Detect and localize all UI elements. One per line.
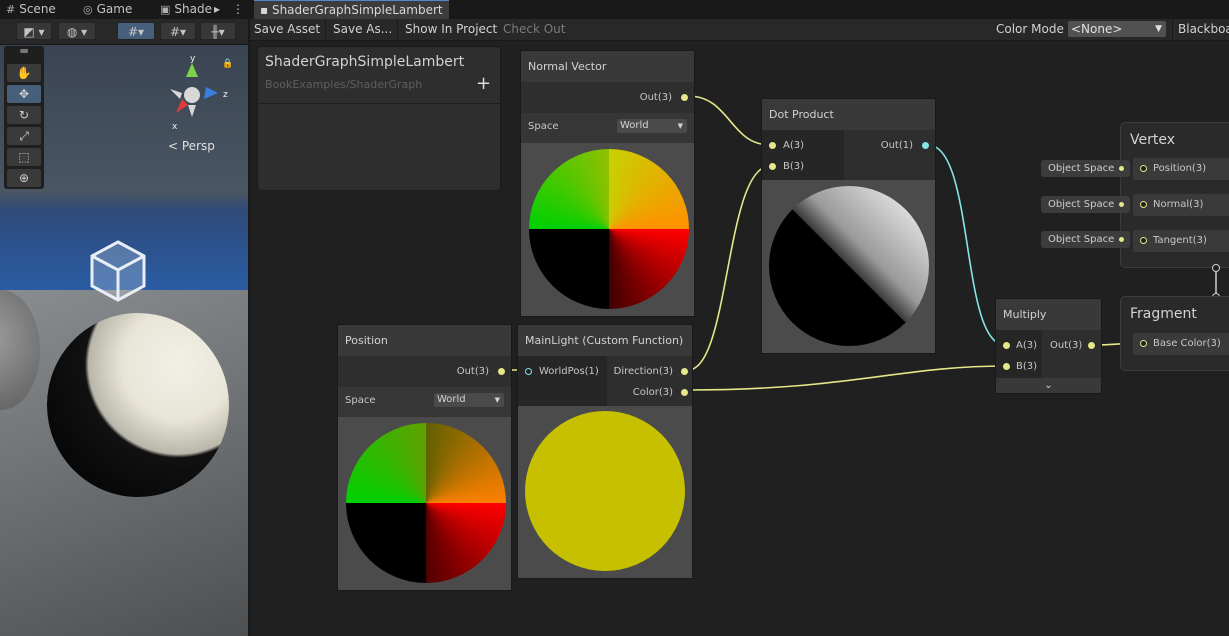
fragment-title: Fragment [1130, 306, 1197, 322]
node-title: Dot Product [762, 99, 935, 130]
node-title: MainLight (Custom Function) [518, 325, 692, 356]
port-label: B(3) [1016, 361, 1038, 372]
input-port-b[interactable] [1003, 363, 1010, 370]
node-dot-product[interactable]: Dot Product A(3) B(3) Out(1) [761, 98, 936, 354]
input-port[interactable] [1140, 165, 1147, 172]
output-port-out[interactable] [1088, 342, 1095, 349]
fragment-slot-base-color[interactable]: Base Color(3) [1133, 333, 1229, 355]
node-title: Position [338, 325, 511, 356]
preview-sphere [346, 423, 506, 583]
fragment-block: Fragment Base Color(3) [1120, 296, 1229, 371]
output-port-out[interactable] [681, 94, 688, 101]
expand-chevron-icon[interactable]: ⌄ [996, 378, 1101, 393]
port-label: B(3) [783, 161, 805, 172]
output-port-color[interactable] [681, 389, 688, 396]
chevron-down-icon: ▼ [494, 396, 500, 404]
space-dropdown[interactable]: World ▼ [434, 393, 504, 407]
space-label: Space [528, 121, 559, 132]
node-main-light[interactable]: MainLight (Custom Function) WorldPos(1) … [517, 324, 693, 579]
node-preview [521, 143, 694, 316]
port-label: Direction(3) [613, 366, 673, 377]
vertex-block: Vertex Position(3) Normal(3) Tangent(3) [1120, 122, 1229, 268]
vertex-slot-position[interactable]: Position(3) [1133, 158, 1229, 180]
preview-sphere [769, 186, 929, 346]
input-port[interactable] [1140, 340, 1147, 347]
blackboard-subtitle[interactable]: BookExamples/ShaderGraph [265, 78, 422, 91]
vertex-slot-normal[interactable]: Normal(3) [1133, 194, 1229, 216]
connector-dot [1119, 237, 1124, 242]
port-label: Out(3) [456, 366, 489, 377]
flow-port-icon [1212, 264, 1220, 272]
input-port-a[interactable] [1003, 342, 1010, 349]
node-title: Multiply [996, 299, 1101, 330]
vertex-title: Vertex [1130, 132, 1176, 148]
vertex-slot-tangent[interactable]: Tangent(3) [1133, 230, 1229, 252]
node-preview [762, 180, 935, 353]
input-port[interactable] [1140, 237, 1147, 244]
port-label: Out(3) [639, 92, 672, 103]
object-space-input[interactable]: Object Space [1041, 231, 1130, 248]
chevron-down-icon: ▼ [677, 122, 683, 130]
blackboard-title: ShaderGraphSimpleLambert [265, 54, 465, 70]
output-port-out[interactable] [922, 142, 929, 149]
node-preview [338, 417, 511, 590]
node-title: Normal Vector [521, 51, 694, 82]
port-label: Color(3) [632, 387, 673, 398]
node-preview [518, 406, 692, 578]
input-port-worldpos[interactable] [525, 368, 532, 375]
input-port[interactable] [1140, 201, 1147, 208]
preview-sphere [525, 411, 685, 571]
add-property-button[interactable]: + [476, 73, 491, 94]
node-inputs [518, 356, 607, 406]
port-label: WorldPos(1) [539, 366, 599, 377]
object-space-input[interactable]: Object Space [1041, 160, 1130, 177]
port-label: A(3) [1016, 340, 1038, 351]
node-normal-vector[interactable]: Normal Vector Out(3) Space World ▼ [520, 50, 695, 317]
port-label: Out(1) [880, 140, 913, 151]
input-port-a[interactable] [769, 142, 776, 149]
preview-sphere [529, 149, 689, 309]
node-position[interactable]: Position Out(3) Space World ▼ [337, 324, 512, 591]
connector-dot [1119, 202, 1124, 207]
object-space-input[interactable]: Object Space [1041, 196, 1130, 213]
node-multiply[interactable]: Multiply A(3) B(3) Out(3) ⌄ [995, 298, 1102, 394]
space-dropdown[interactable]: World ▼ [617, 119, 687, 133]
blackboard-panel: ShaderGraphSimpleLambert BookExamples/Sh… [257, 46, 501, 191]
input-port-b[interactable] [769, 163, 776, 170]
port-label: Out(3) [1050, 340, 1083, 351]
blackboard-divider [258, 103, 500, 104]
space-label: Space [345, 395, 376, 406]
output-port-out[interactable] [498, 368, 505, 375]
port-label: A(3) [783, 140, 805, 151]
connector-dot [1119, 166, 1124, 171]
output-port-direction[interactable] [681, 368, 688, 375]
